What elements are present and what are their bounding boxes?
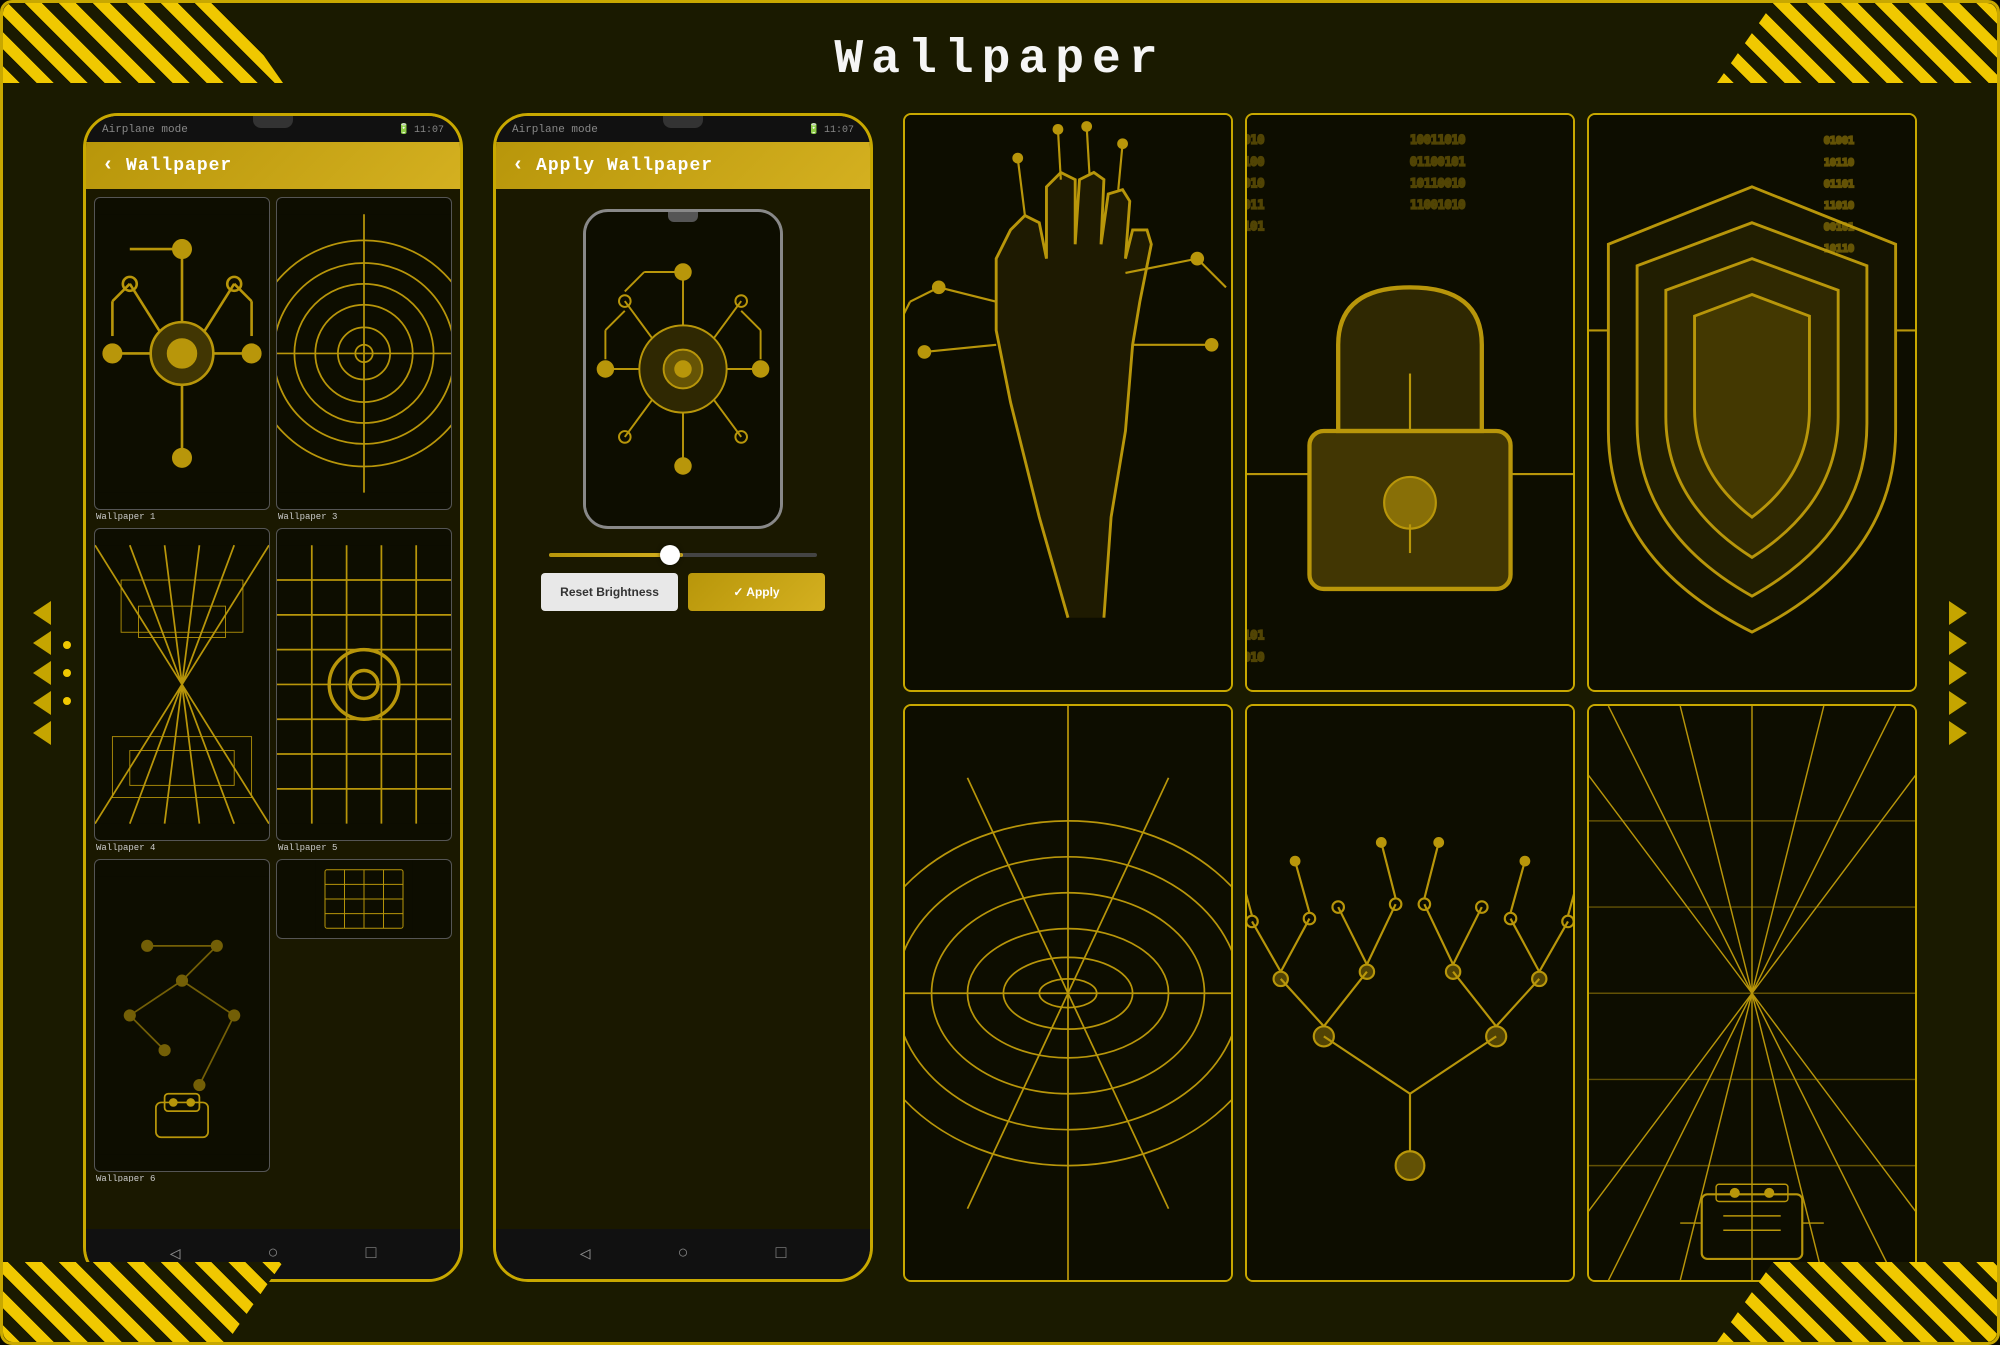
chevron-right-icon-4 <box>1949 691 1967 715</box>
chevron-left-icon-1 <box>33 601 51 625</box>
wallpaper-label-4: Wallpaper 4 <box>94 843 270 853</box>
nav-home-left[interactable]: ○ <box>268 1244 279 1264</box>
wallpaper-item-1[interactable]: Wallpaper 1 <box>94 197 270 522</box>
gallery-cell-6[interactable] <box>1587 704 1917 1283</box>
inner-phone-notch <box>668 212 698 222</box>
airplane-mode-left: Airplane mode <box>102 124 188 136</box>
gallery-cell-4[interactable] <box>903 704 1233 1283</box>
wallpaper-item-7[interactable] <box>276 859 452 1182</box>
gallery-cell-2[interactable]: 01001010 10110100 01101010 11010011 0010… <box>1245 113 1575 692</box>
wallpaper-item-5[interactable]: Wallpaper 5 <box>276 528 452 853</box>
airplane-mode-right: Airplane mode <box>512 124 598 136</box>
app-header-left: ‹ Wallpaper <box>86 142 460 189</box>
time-left: 11:07 <box>414 125 444 136</box>
wallpaper-thumb-4 <box>94 528 270 841</box>
battery-icon-right: 🔋 <box>808 124 820 136</box>
nav-back-right[interactable]: ◁ <box>580 1243 591 1265</box>
chevron-right-icon-5 <box>1949 721 1967 745</box>
dot-indicator-3 <box>63 697 71 705</box>
wallpaper-thumb-1 <box>94 197 270 510</box>
chevron-right-icon-3 <box>1949 661 1967 685</box>
slider-track[interactable] <box>549 553 816 557</box>
wallpaper-grid: Wallpaper 1 <box>86 189 460 1182</box>
svg-text:01100101: 01100101 <box>1410 154 1465 168</box>
main-container: Wallpaper Airplane mode 🔋 11:07 ‹ Wallpa… <box>0 0 2000 1345</box>
svg-text:11010: 11010 <box>1824 200 1854 211</box>
side-dots-left <box>63 641 71 705</box>
dot-indicator-1 <box>63 641 71 649</box>
wallpaper-thumb-7 <box>276 859 452 939</box>
status-icons-left: 🔋 11:07 <box>398 124 444 136</box>
corner-decoration-bl <box>3 1262 283 1342</box>
wallpaper-item-4[interactable]: Wallpaper 4 <box>94 528 270 853</box>
gallery-cell-1[interactable] <box>903 113 1233 692</box>
svg-text:10011010: 10011010 <box>1247 650 1264 664</box>
svg-text:10011010: 10011010 <box>1410 133 1465 147</box>
svg-text:01001010: 01001010 <box>1247 133 1264 147</box>
page-title: Wallpaper <box>834 33 1165 87</box>
wallpaper-label-1: Wallpaper 1 <box>94 512 270 522</box>
wallpaper-screen-title: Wallpaper <box>126 156 232 176</box>
svg-text:01100101: 01100101 <box>1247 628 1264 642</box>
inner-phone-preview <box>583 209 783 529</box>
svg-text:01101010: 01101010 <box>1247 176 1264 190</box>
apply-button[interactable]: ✓ Apply <box>688 573 825 611</box>
status-icons-right: 🔋 11:07 <box>808 124 854 136</box>
preview-area: Reset Brightness ✓ Apply <box>496 189 870 631</box>
back-button-left[interactable]: ‹ <box>102 154 114 177</box>
svg-text:11001010: 11001010 <box>1410 197 1465 211</box>
phone-nav-right: ◁ ○ □ <box>496 1229 870 1279</box>
chevron-left-icon-4 <box>33 691 51 715</box>
nav-recent-left[interactable]: □ <box>366 1244 377 1264</box>
app-header-right: ‹ Apply Wallpaper <box>496 142 870 189</box>
chevron-left-icon-3 <box>33 661 51 685</box>
wallpaper-item-6[interactable]: Wallpaper 6 <box>94 859 270 1182</box>
time-right: 11:07 <box>824 125 854 136</box>
svg-text:10110100: 10110100 <box>1247 154 1264 168</box>
gallery-cell-5[interactable] <box>1245 704 1575 1283</box>
svg-text:01101: 01101 <box>1824 179 1854 190</box>
nav-recent-right[interactable]: □ <box>776 1244 787 1264</box>
svg-text:00101101: 00101101 <box>1247 219 1264 233</box>
phone-left: Airplane mode 🔋 11:07 ‹ Wallpaper <box>83 113 463 1282</box>
wallpaper-thumb-5 <box>276 528 452 841</box>
svg-text:11010011: 11010011 <box>1247 197 1264 211</box>
chevron-right-icon-1 <box>1949 601 1967 625</box>
corner-decoration-tl <box>3 3 283 83</box>
nav-back-left[interactable]: ◁ <box>170 1243 181 1265</box>
svg-text:10110: 10110 <box>1824 157 1854 168</box>
phone-right: Airplane mode 🔋 11:07 ‹ Apply Wallpaper <box>493 113 873 1282</box>
side-arrows-right <box>1949 601 1967 745</box>
svg-text:10110010: 10110010 <box>1410 176 1465 190</box>
svg-text:01001: 01001 <box>1824 136 1854 147</box>
content-area: Airplane mode 🔋 11:07 ‹ Wallpaper <box>83 113 1917 1282</box>
battery-icon-left: 🔋 <box>398 124 410 136</box>
chevron-left-icon-2 <box>33 631 51 655</box>
back-button-right[interactable]: ‹ <box>512 154 524 177</box>
phone-notch-right <box>663 116 703 128</box>
action-buttons: Reset Brightness ✓ Apply <box>541 573 825 611</box>
nav-home-right[interactable]: ○ <box>678 1244 689 1264</box>
apply-wallpaper-title: Apply Wallpaper <box>536 156 713 176</box>
wallpaper-thumb-6 <box>94 859 270 1172</box>
wallpaper-item-3[interactable]: Wallpaper 3 <box>276 197 452 522</box>
gallery-cell-3[interactable]: 01001 10110 01101 11010 00101 10110 <box>1587 113 1917 692</box>
wallpaper-thumb-3 <box>276 197 452 510</box>
dot-indicator-2 <box>63 669 71 677</box>
gallery-panel: 01001010 10110100 01101010 11010011 0010… <box>903 113 1917 1282</box>
chevron-right-icon-2 <box>1949 631 1967 655</box>
slider-thumb[interactable] <box>660 545 680 565</box>
phone-notch-left <box>253 116 293 128</box>
wallpaper-label-3: Wallpaper 3 <box>276 512 452 522</box>
wallpaper-label-5: Wallpaper 5 <box>276 843 452 853</box>
side-arrows-left <box>33 601 51 745</box>
brightness-slider[interactable] <box>549 553 816 557</box>
reset-brightness-button[interactable]: Reset Brightness <box>541 573 678 611</box>
wallpaper-label-6: Wallpaper 6 <box>94 1174 270 1182</box>
corner-decoration-tr <box>1717 3 1997 83</box>
chevron-left-icon-5 <box>33 721 51 745</box>
